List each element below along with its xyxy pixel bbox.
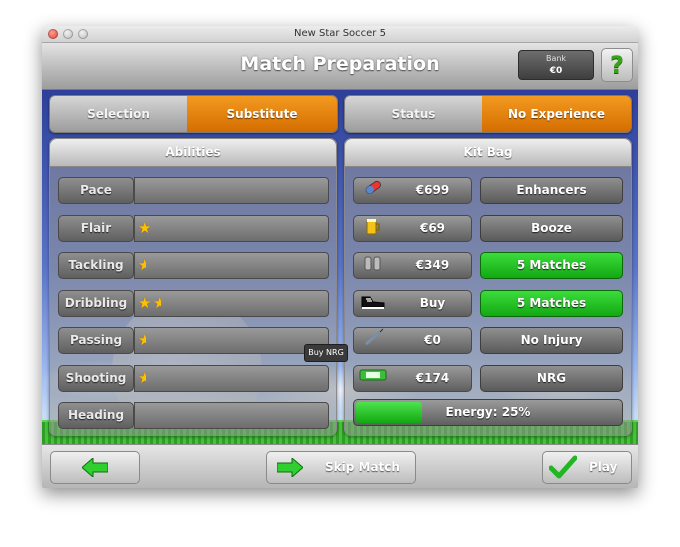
- ability-bar-dribbling: ★ ★: [134, 289, 329, 317]
- kit-status-button[interactable]: NRG: [480, 364, 623, 392]
- ability-label-pace: Pace: [58, 177, 134, 204]
- back-button[interactable]: [50, 451, 140, 484]
- close-window-button[interactable]: [48, 29, 58, 39]
- skip-match-button[interactable]: Skip Match: [266, 451, 416, 484]
- bank-value: €0: [549, 66, 563, 76]
- kit-price-button[interactable]: €0: [353, 327, 472, 354]
- kit-price-label: Buy: [419, 295, 446, 310]
- kit-price-label: €0: [424, 333, 441, 347]
- footer-bar: Skip Match Play: [42, 444, 638, 488]
- kit-price-label: €349: [415, 258, 450, 272]
- kit-price-label: €699: [415, 183, 450, 197]
- kit-price-button[interactable]: €69: [353, 214, 472, 242]
- tab-no-experience[interactable]: No Experience: [482, 96, 631, 132]
- ability-label-dribbling: Dribbling: [58, 289, 134, 317]
- tab-selection[interactable]: Selection: [50, 96, 187, 132]
- ability-bar-passing: ★: [134, 327, 329, 354]
- gloves-icon: [358, 253, 388, 278]
- play-label: Play: [589, 460, 618, 474]
- abilities-panel: Abilities Pace Flair ★ Tackling ★ Dribbling ★ ★…: [49, 138, 337, 436]
- kit-price-button[interactable]: €349: [353, 252, 472, 279]
- screen-header: Match Preparation Bank €0 ?: [42, 43, 638, 90]
- tooltip: Buy NRG: [304, 344, 348, 362]
- kit-price-label: €174: [415, 370, 450, 385]
- boot-icon: [358, 291, 388, 316]
- tab-status[interactable]: Status: [345, 96, 482, 132]
- pill-icon: [358, 178, 388, 203]
- right-arrow-icon: [277, 458, 303, 477]
- ability-bar-flair: ★: [134, 214, 329, 242]
- ability-bar-shooting: ★: [134, 364, 329, 392]
- ability-bar-tackling: ★: [134, 252, 329, 279]
- kit-price-button[interactable]: €699: [353, 177, 472, 204]
- help-button[interactable]: ?: [601, 48, 633, 82]
- half-star-icon: ★: [138, 368, 146, 387]
- kit-price-button[interactable]: Buy: [353, 289, 472, 317]
- half-star-icon: ★: [153, 293, 161, 312]
- star-icon: ★: [138, 293, 152, 312]
- syringe-icon: [358, 328, 388, 353]
- ability-label-flair: Flair: [58, 214, 134, 242]
- kit-status-button[interactable]: No Injury: [480, 327, 623, 354]
- selection-tabs: Selection Substitute: [49, 95, 338, 133]
- ability-label-passing: Passing: [58, 327, 134, 354]
- kit-status-button[interactable]: 5 Matches: [480, 252, 623, 279]
- status-tabs: Status No Experience: [344, 95, 632, 133]
- ability-label-tackling: Tackling: [58, 252, 134, 279]
- checkmark-icon: [549, 455, 577, 479]
- play-button[interactable]: Play: [542, 451, 632, 484]
- bank-display: Bank €0: [518, 50, 594, 80]
- tab-substitute[interactable]: Substitute: [187, 96, 337, 132]
- left-arrow-icon: [82, 458, 108, 477]
- ability-label-heading: Heading: [58, 402, 134, 429]
- skip-match-label: Skip Match: [325, 460, 400, 474]
- zoom-window-button[interactable]: [78, 29, 88, 39]
- energy-bar-icon: [358, 366, 388, 391]
- kit-price-label: €69: [419, 220, 446, 235]
- bank-label: Bank: [545, 54, 567, 63]
- kitbag-title: Kit Bag: [345, 139, 631, 167]
- kit-status-button[interactable]: Booze: [480, 214, 623, 242]
- energy-meter: Energy: 25%: [353, 399, 623, 426]
- ability-label-shooting: Shooting: [58, 364, 134, 392]
- kit-status-button[interactable]: 5 Matches: [480, 289, 623, 317]
- title-bar: New Star Soccer 5: [42, 26, 638, 43]
- half-star-icon: ★: [138, 331, 146, 349]
- kitbag-panel: Kit Bag €699 Enhancers €69 Booze €349 5 Match…: [344, 138, 632, 436]
- game-window: New Star Soccer 5 Match Preparation Bank…: [42, 26, 638, 488]
- energy-label: Energy: 25%: [445, 405, 531, 419]
- kit-price-button[interactable]: €174: [353, 364, 472, 392]
- star-icon: ★: [138, 218, 152, 237]
- beer-icon: [358, 216, 388, 241]
- ability-bar-pace: [134, 177, 329, 204]
- half-star-icon: ★: [138, 256, 146, 274]
- ability-bar-heading: [134, 402, 329, 429]
- abilities-title: Abilities: [50, 139, 336, 167]
- kit-status-button[interactable]: Enhancers: [480, 177, 623, 204]
- minimize-window-button[interactable]: [63, 29, 73, 39]
- window-title: New Star Soccer 5: [294, 28, 386, 39]
